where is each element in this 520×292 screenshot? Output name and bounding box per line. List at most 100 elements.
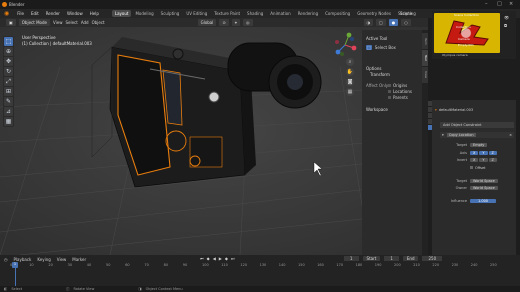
menu-add[interactable]: Add xyxy=(81,20,89,25)
tab-modeling[interactable]: Modeling xyxy=(132,10,156,17)
play-reverse-icon[interactable]: ◀ xyxy=(213,256,216,261)
owner-space-select[interactable]: World Space xyxy=(470,185,498,190)
current-frame-field[interactable]: 1 xyxy=(344,256,359,261)
menu-edit[interactable]: Edit xyxy=(31,11,39,16)
constraint-name[interactable]: Copy Location xyxy=(446,133,476,137)
axis-x-toggle[interactable]: X xyxy=(470,150,479,155)
menu-help[interactable]: Help xyxy=(90,11,99,16)
tab-rendering[interactable]: Rendering xyxy=(295,10,321,17)
sidebar-tab-tool[interactable]: Tool xyxy=(422,50,428,66)
active-tool-header[interactable]: Active Tool xyxy=(366,36,387,41)
eye-icon[interactable]: 👁 xyxy=(504,15,509,20)
collapse-icon[interactable]: ▾ xyxy=(442,133,444,137)
overlay-icon[interactable]: ◑ xyxy=(363,19,373,26)
play-icon[interactable]: ▶ xyxy=(219,256,222,261)
menu-keying[interactable]: Keying xyxy=(37,257,50,262)
select-box-label: Select Box xyxy=(374,45,396,50)
minimize-icon[interactable]: – xyxy=(485,1,488,7)
offset-checkbox[interactable] xyxy=(470,166,473,169)
mode-select[interactable]: Object Mode xyxy=(18,19,50,26)
add-cube-tool-icon[interactable]: ▦ xyxy=(4,117,13,126)
status-rotate: Rotate View xyxy=(73,287,95,291)
menu-timeline-view[interactable]: View xyxy=(57,257,67,262)
influence-slider[interactable]: 1.000 xyxy=(470,198,497,203)
tab-layout[interactable]: Layout xyxy=(111,10,132,17)
frame-tick-label: 220 xyxy=(432,263,440,267)
invert-x-toggle[interactable]: X xyxy=(470,157,479,162)
editor-type-button[interactable]: ▣ xyxy=(6,19,16,26)
move-tool-icon[interactable]: ✥ xyxy=(4,57,13,66)
timeline-editor-icon[interactable]: ◷ xyxy=(4,257,8,262)
transform-header[interactable]: Transform xyxy=(370,72,390,77)
tab-texture-paint[interactable]: Texture Paint xyxy=(211,10,243,17)
outliner-row-camera[interactable]: Camera xyxy=(458,37,470,41)
camera-render-icon[interactable]: ◘ xyxy=(504,23,509,28)
workspace-header[interactable]: Workspace xyxy=(366,107,388,112)
tab-sculpting[interactable]: Sculpting xyxy=(158,10,183,17)
frame-ruler[interactable]: 0102030405060708090100110120130140150160… xyxy=(10,263,510,269)
menu-file[interactable]: File xyxy=(17,11,24,16)
maximize-icon[interactable]: □ xyxy=(497,1,502,7)
axis-z-toggle[interactable]: Z xyxy=(488,150,497,155)
shading-solid-icon[interactable]: ● xyxy=(388,19,399,26)
tab-geometry-nodes[interactable]: Geometry Nodes xyxy=(354,10,394,17)
target-space-select[interactable]: World Space xyxy=(470,178,498,183)
close-icon[interactable]: × xyxy=(509,1,513,7)
proportional-edit-icon[interactable]: ◎ xyxy=(243,19,253,26)
origins-checkbox[interactable]: Origins xyxy=(388,83,407,88)
menu-marker[interactable]: Marker xyxy=(72,257,86,262)
menu-object[interactable]: Object xyxy=(92,20,105,25)
annotate-tool-icon[interactable]: ✎ xyxy=(4,97,13,106)
tab-animation[interactable]: Animation xyxy=(267,10,293,17)
locations-checkbox[interactable]: Locations xyxy=(388,89,412,94)
add-constraint-button[interactable]: Add Object Constraint xyxy=(440,122,514,128)
blender-menu-icon[interactable]: ◉ xyxy=(4,10,9,17)
next-key-icon[interactable]: ◆ xyxy=(225,256,228,261)
menu-view[interactable]: View xyxy=(53,20,63,25)
parents-checkbox[interactable]: Parents xyxy=(388,95,408,100)
options-header[interactable]: Options xyxy=(366,66,381,71)
menu-window[interactable]: Window xyxy=(67,11,83,16)
perspective-toggle-icon[interactable]: ▦ xyxy=(346,88,354,96)
tab-uv-editing[interactable]: UV Editing xyxy=(183,10,210,17)
outliner-row-olympus-camera[interactable]: Olympus camera xyxy=(442,53,468,57)
menu-select[interactable]: Select xyxy=(65,20,77,25)
start-frame-field[interactable]: 1 xyxy=(384,256,399,261)
pan-hand-icon[interactable]: ✋ xyxy=(346,68,354,76)
cursor-tool-icon[interactable]: ⊕ xyxy=(4,47,13,56)
navigation-gizmo[interactable] xyxy=(332,32,358,58)
sidebar-tab-item[interactable]: Item xyxy=(422,33,428,49)
select-box-row[interactable]: ⬚ Select Box xyxy=(366,45,396,50)
menu-playback[interactable]: Playback xyxy=(14,257,32,262)
axis-y-toggle[interactable]: Y xyxy=(479,150,488,155)
rotate-tool-icon[interactable]: ↻ xyxy=(4,67,13,76)
shading-material-icon[interactable]: ○ xyxy=(401,19,411,26)
jump-end-icon[interactable]: ⏭ xyxy=(231,256,235,261)
scene-selector[interactable]: Scene xyxy=(400,11,412,16)
end-frame-field[interactable]: 250 xyxy=(422,256,443,261)
camera-view-icon[interactable]: ◙ xyxy=(346,78,354,86)
invert-y-toggle[interactable]: Y xyxy=(479,157,488,162)
scale-tool-icon[interactable]: ⤢ xyxy=(4,77,13,86)
outliner-row-empty[interactable]: Empty.001 xyxy=(458,43,474,47)
measure-tool-icon[interactable]: ⊿ xyxy=(4,107,13,116)
pivot-icon[interactable]: ⊙ xyxy=(219,19,229,26)
target-field[interactable]: Empty xyxy=(470,142,488,147)
snap-icon[interactable]: ⌖ xyxy=(231,19,240,26)
invert-z-toggle[interactable]: Z xyxy=(488,157,497,162)
xray-icon[interactable]: ▢ xyxy=(376,19,386,26)
tab-compositing[interactable]: Compositing xyxy=(322,10,353,17)
tab-shading[interactable]: Shading xyxy=(244,10,266,17)
prev-key-icon[interactable]: ◆ xyxy=(207,256,210,261)
sidebar-tab-view[interactable]: View xyxy=(422,67,428,83)
transform-orientation[interactable]: Global xyxy=(197,19,217,26)
transform-tool-icon[interactable]: ⊞ xyxy=(4,87,13,96)
select-box-tool-icon[interactable]: ⬚ xyxy=(4,37,13,46)
remove-constraint-icon[interactable]: × xyxy=(509,133,514,137)
app-title: Blender xyxy=(9,2,25,7)
zoom-icon[interactable]: ⌕ xyxy=(346,58,354,66)
outliner-row-collection[interactable]: Collection xyxy=(456,25,471,29)
jump-start-icon[interactable]: ⏮ xyxy=(200,256,204,261)
menu-render[interactable]: Render xyxy=(46,11,60,16)
outliner-row-scene-collection[interactable]: Scene Collection xyxy=(454,13,479,17)
